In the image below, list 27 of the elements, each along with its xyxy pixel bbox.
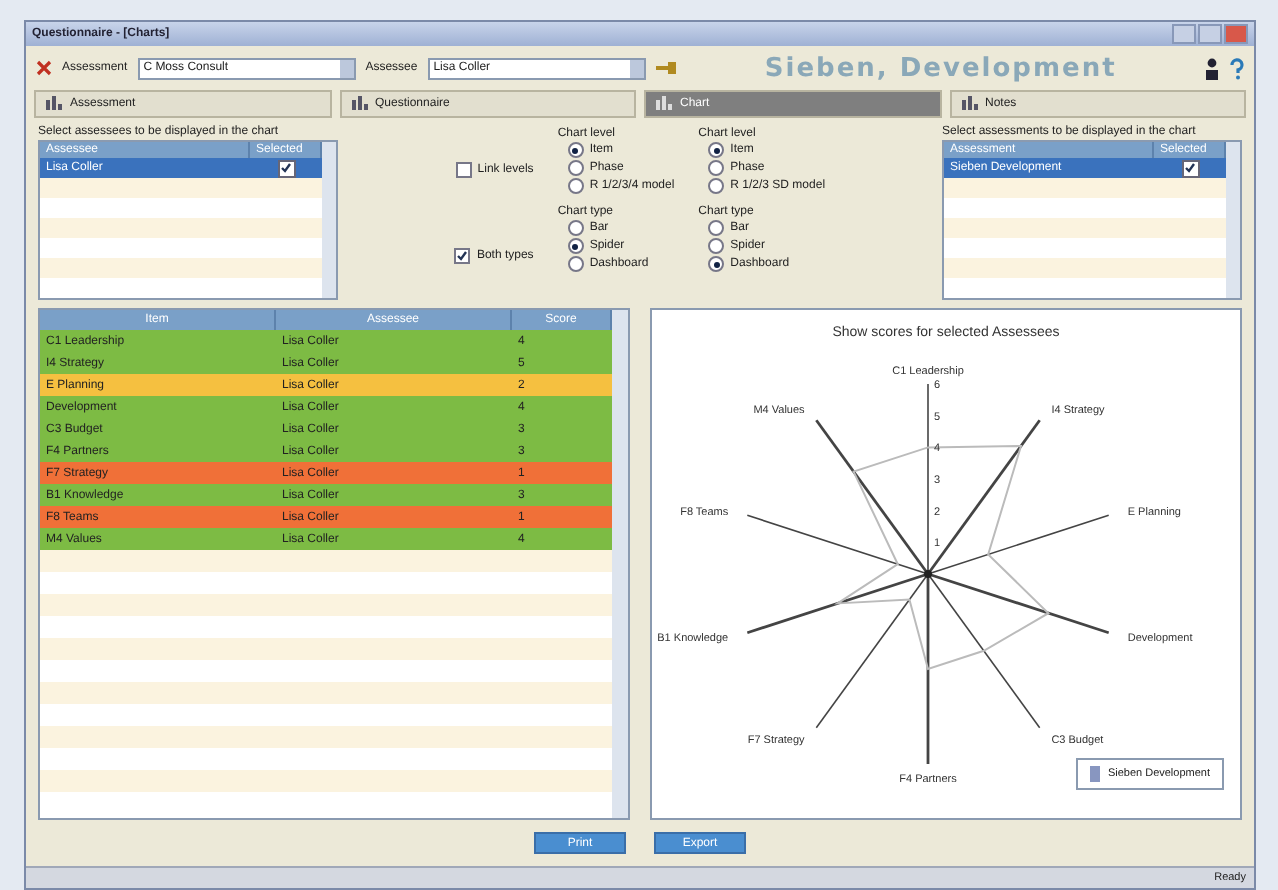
radio-button[interactable] bbox=[708, 256, 725, 272]
checkbox[interactable] bbox=[455, 161, 472, 178]
legend-swatch-icon bbox=[1089, 766, 1100, 782]
radio-button[interactable] bbox=[567, 160, 584, 176]
radio-button[interactable] bbox=[708, 142, 725, 158]
person-icon[interactable] bbox=[1204, 57, 1220, 79]
radio-button[interactable] bbox=[708, 160, 725, 176]
close-icon[interactable] bbox=[36, 60, 52, 76]
checkbox[interactable] bbox=[277, 159, 295, 177]
radio-button[interactable] bbox=[567, 256, 584, 272]
radio-button[interactable] bbox=[708, 178, 725, 194]
checkbox[interactable] bbox=[454, 248, 471, 265]
center-dot bbox=[924, 570, 932, 578]
radio-button[interactable] bbox=[567, 220, 584, 236]
checkbox[interactable] bbox=[1181, 159, 1199, 177]
radio-button[interactable] bbox=[567, 238, 584, 254]
tab-icon bbox=[959, 96, 977, 112]
radio-button[interactable] bbox=[708, 220, 725, 236]
radio-button[interactable] bbox=[567, 142, 584, 158]
heading: Sieben, Development bbox=[762, 53, 1119, 83]
radio-button[interactable] bbox=[567, 178, 584, 194]
help-icon[interactable] bbox=[1230, 57, 1244, 79]
tab-icon bbox=[654, 96, 672, 112]
key-icon[interactable] bbox=[655, 60, 678, 76]
radio-button[interactable] bbox=[708, 238, 725, 254]
tab-icon bbox=[349, 96, 367, 112]
tab-icon bbox=[44, 96, 62, 112]
